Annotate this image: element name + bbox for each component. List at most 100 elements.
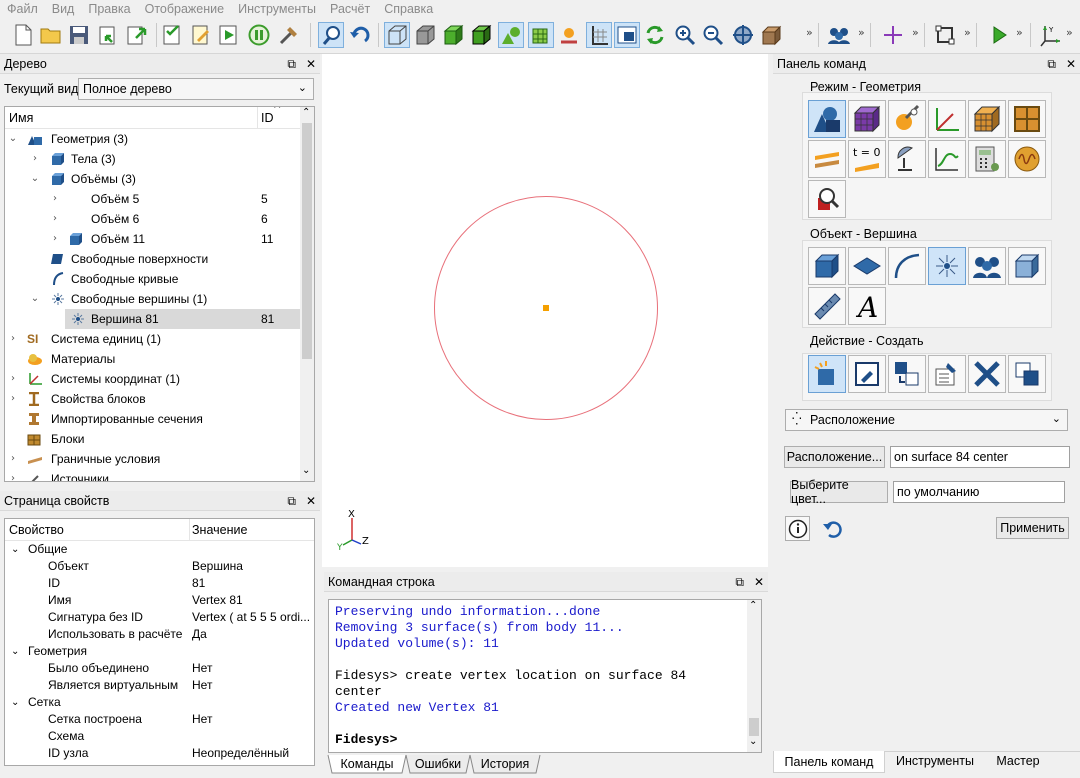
materials-mode-icon[interactable] bbox=[888, 100, 926, 138]
zoom-out-icon[interactable] bbox=[700, 22, 726, 48]
crosshair-icon[interactable] bbox=[880, 22, 906, 48]
prop-row-node-id[interactable]: ID узла Неопределённый bbox=[5, 745, 314, 762]
group-object-icon[interactable] bbox=[968, 247, 1006, 285]
geometry-mode-icon[interactable] bbox=[808, 100, 846, 138]
tree-row-free-vertices[interactable]: ⌄ Свободные вершины (1) bbox=[5, 289, 300, 309]
save-icon[interactable] bbox=[66, 22, 92, 48]
create-action-icon[interactable] bbox=[808, 355, 846, 393]
tree-row-materials[interactable]: Материалы bbox=[5, 349, 300, 369]
import-icon[interactable] bbox=[96, 22, 122, 48]
tree-view[interactable]: Имя ID ^ ⌄ Геометрия (3) › Тела (3) ⌄ Об… bbox=[4, 106, 315, 482]
chevron-down-icon[interactable]: ⌄ bbox=[11, 694, 19, 711]
tree-row-volume-6[interactable]: › Объём 6 6 bbox=[5, 209, 300, 229]
toolbar-overflow-icon[interactable]: » bbox=[858, 26, 865, 39]
prop-row-object[interactable]: Объект Вершина bbox=[5, 558, 314, 575]
run-script-icon[interactable] bbox=[216, 22, 242, 48]
tree-row-coord-systems[interactable]: › Системы координат (1) bbox=[5, 369, 300, 389]
scroll-up-icon[interactable]: ⌃ bbox=[749, 600, 757, 611]
prop-row-scheme[interactable]: Схема bbox=[5, 728, 314, 745]
tree-row-volume-5[interactable]: › Объём 5 5 bbox=[5, 189, 300, 209]
tab-errors[interactable]: Ошибки bbox=[410, 755, 466, 773]
hidden-line-icon[interactable] bbox=[412, 22, 438, 48]
console-output[interactable]: Preserving undo information...done Remov… bbox=[328, 599, 762, 753]
info-icon[interactable] bbox=[785, 516, 810, 541]
menu-calculation[interactable]: Расчёт bbox=[323, 0, 377, 18]
vertex-81-marker[interactable] bbox=[543, 305, 549, 311]
close-icon[interactable]: ✕ bbox=[754, 575, 764, 589]
copy-action-icon[interactable] bbox=[1008, 355, 1046, 393]
graphics-viewport[interactable]: X Y Z bbox=[322, 54, 768, 567]
undo-icon[interactable] bbox=[346, 22, 372, 48]
toolbar-overflow-icon[interactable]: » bbox=[1066, 26, 1073, 39]
tab-commands[interactable]: Команды bbox=[332, 755, 402, 773]
prop-group-mesh[interactable]: ⌄ Сетка bbox=[5, 694, 314, 711]
tree-row-volumes[interactable]: ⌄ Объёмы (3) bbox=[5, 169, 300, 189]
chevron-right-icon[interactable]: › bbox=[7, 329, 19, 349]
inspect-icon[interactable] bbox=[808, 180, 846, 218]
tree-row-vertex-81[interactable]: Вершина 81 81 bbox=[65, 309, 300, 329]
refresh-icon[interactable] bbox=[642, 22, 668, 48]
float-icon[interactable]: ⧉ bbox=[287, 494, 296, 509]
float-icon[interactable]: ⧉ bbox=[287, 57, 296, 72]
chevron-down-icon[interactable]: ⌄ bbox=[29, 289, 41, 309]
tab-tools[interactable]: Инструменты bbox=[885, 751, 985, 771]
close-icon[interactable]: ✕ bbox=[306, 57, 316, 71]
prop-row-id[interactable]: ID 81 bbox=[5, 575, 314, 592]
open-folder-icon[interactable] bbox=[38, 22, 64, 48]
properties-action-icon[interactable] bbox=[928, 355, 966, 393]
prop-row-name[interactable]: Имя Vertex 81 bbox=[5, 592, 314, 609]
tree-row-bodies[interactable]: › Тела (3) bbox=[5, 149, 300, 169]
select-mode-icon[interactable] bbox=[318, 22, 344, 48]
tree-row-boundary-conditions[interactable]: › Граничные условия bbox=[5, 449, 300, 469]
body-object-icon[interactable] bbox=[1008, 247, 1046, 285]
mesh-mode-icon[interactable] bbox=[848, 100, 886, 138]
delete-action-icon[interactable] bbox=[968, 355, 1006, 393]
mesh-display-icon[interactable] bbox=[528, 22, 554, 48]
chevron-down-icon[interactable]: ⌄ bbox=[11, 643, 19, 660]
location-button[interactable]: Расположение... bbox=[784, 446, 885, 468]
boundary-conditions-icon[interactable] bbox=[556, 22, 582, 48]
scroll-up-icon[interactable]: ⌃ bbox=[302, 107, 310, 118]
current-view-select[interactable]: Полное дерево ⌄ bbox=[78, 78, 314, 100]
vertex-object-icon[interactable] bbox=[928, 247, 966, 285]
tree-row-free-surfaces[interactable]: Свободные поверхности bbox=[5, 249, 300, 269]
chevron-right-icon[interactable]: › bbox=[7, 369, 19, 389]
satellite-icon[interactable] bbox=[888, 140, 926, 178]
menu-file[interactable]: Файл bbox=[0, 0, 45, 18]
shaded-icon[interactable] bbox=[440, 22, 466, 48]
blocks-mode-icon[interactable] bbox=[968, 100, 1006, 138]
menu-edit[interactable]: Правка bbox=[81, 0, 137, 18]
prop-row-meshed[interactable]: Сетка построена Нет bbox=[5, 711, 314, 728]
color-input[interactable]: по умолчанию bbox=[893, 481, 1065, 503]
wireframe-icon[interactable] bbox=[384, 22, 410, 48]
tree-row-free-curves[interactable]: Свободные кривые bbox=[5, 269, 300, 289]
prop-row-use-in-calc[interactable]: Использовать в расчёте Да bbox=[5, 626, 314, 643]
chevron-right-icon[interactable]: › bbox=[49, 229, 61, 249]
tree-row-blocks[interactable]: Блоки bbox=[5, 429, 300, 449]
initial-conditions-mode-icon[interactable]: t = 0 bbox=[848, 140, 886, 178]
users-group-icon[interactable] bbox=[826, 22, 852, 48]
tree-row-sources[interactable]: › Источники bbox=[5, 469, 300, 481]
scroll-down-icon[interactable]: ⌄ bbox=[302, 465, 310, 476]
calculator-icon[interactable] bbox=[968, 140, 1006, 178]
chevron-right-icon[interactable]: › bbox=[7, 469, 19, 481]
sections-mode-icon[interactable] bbox=[1008, 100, 1046, 138]
fit-view-icon[interactable] bbox=[730, 22, 756, 48]
console-prompt[interactable]: Fidesys> bbox=[335, 732, 397, 747]
box-view-icon[interactable] bbox=[758, 22, 784, 48]
axes-grid-icon[interactable] bbox=[586, 22, 612, 48]
close-icon[interactable]: ✕ bbox=[1066, 57, 1076, 71]
prop-row-merged[interactable]: Было объединено Нет bbox=[5, 660, 314, 677]
pause-icon[interactable] bbox=[246, 22, 272, 48]
properties-grid[interactable]: Свойство Значение ⌄ Общие Объект Вершина I… bbox=[4, 518, 315, 766]
wave-function-icon[interactable] bbox=[1008, 140, 1046, 178]
zoom-in-icon[interactable] bbox=[672, 22, 698, 48]
scrollbar-thumb[interactable] bbox=[302, 123, 312, 359]
edit-script-icon[interactable] bbox=[188, 22, 214, 48]
apply-button[interactable]: Применить bbox=[996, 517, 1069, 539]
ruler-icon[interactable] bbox=[808, 287, 846, 325]
chevron-right-icon[interactable]: › bbox=[49, 209, 61, 229]
method-select[interactable]: ⁛ Расположение ⌄ bbox=[785, 409, 1068, 431]
location-input[interactable]: on surface 84 center bbox=[890, 446, 1070, 468]
chevron-right-icon[interactable]: › bbox=[7, 389, 19, 409]
